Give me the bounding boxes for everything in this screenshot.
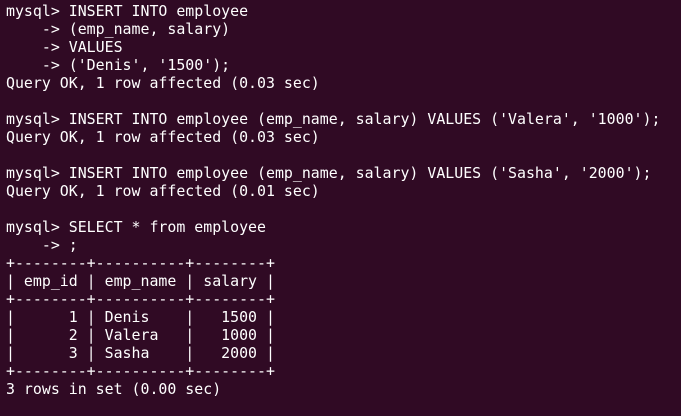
continuation-line: -> ; [6,236,78,254]
prompt-line: mysql> INSERT INTO employee (emp_name, s… [6,164,652,182]
continuation-line: -> (emp_name, salary) [6,20,231,38]
query-result-line: Query OK, 1 row affected (0.03 sec) [6,128,320,146]
query-result-line: Query OK, 1 row affected (0.01 sec) [6,182,320,200]
query-result-line: 3 rows in set (0.00 sec) [6,380,222,398]
continuation-line: -> VALUES [6,38,123,56]
prompt-line: mysql> INSERT INTO employee (emp_name, s… [6,110,661,128]
table-border-line: +--------+----------+--------+ [6,290,275,308]
table-border-line: +--------+----------+--------+ [6,254,275,272]
prompt-line: mysql> INSERT INTO employee [6,2,249,20]
table-border-line: +--------+----------+--------+ [6,362,275,380]
table-row: | 1 | Denis | 1500 | [6,308,275,326]
prompt-line: mysql> SELECT * from employee [6,218,266,236]
table-header-row: | emp_id | emp_name | salary | [6,272,275,290]
continuation-line: -> ('Denis', '1500'); [6,56,231,74]
table-row: | 3 | Sasha | 2000 | [6,344,275,362]
query-result-line: Query OK, 1 row affected (0.03 sec) [6,74,320,92]
table-row: | 2 | Valera | 1000 | [6,326,275,344]
terminal-output[interactable]: mysql> INSERT INTO employee -> (emp_name… [6,2,681,403]
